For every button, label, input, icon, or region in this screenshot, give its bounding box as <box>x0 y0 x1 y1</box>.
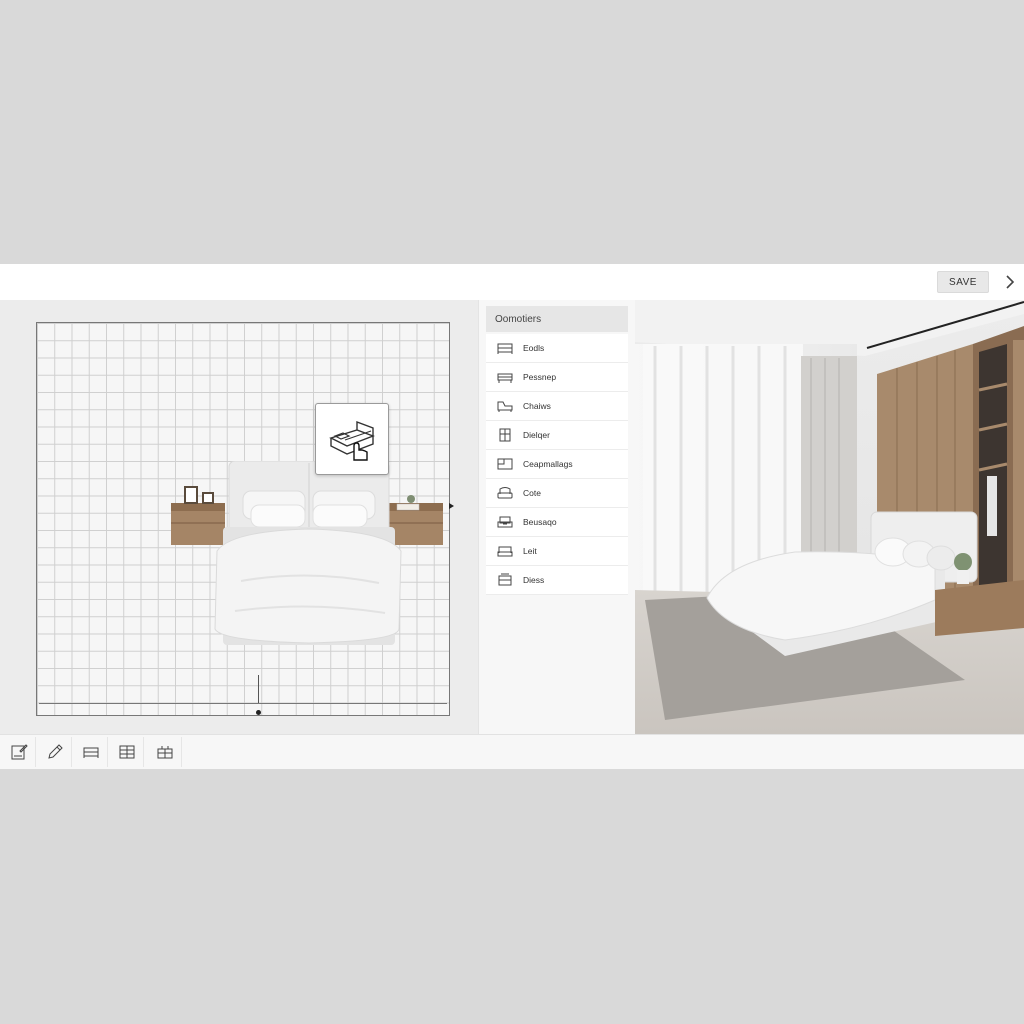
bedroom-render <box>635 300 1024 734</box>
loveseat-icon <box>496 544 514 558</box>
bench-icon <box>496 370 514 384</box>
chevron-right-icon[interactable] <box>1000 272 1020 292</box>
catalog-item-dresser[interactable]: Diess <box>486 566 628 595</box>
catalog-item-label: Diess <box>523 575 545 585</box>
room-3d-preview[interactable] <box>635 300 1024 734</box>
catalog-item-desk[interactable]: Ceapmallags <box>486 450 628 479</box>
save-button[interactable]: SAVE <box>937 271 989 293</box>
cabinet-icon <box>157 746 172 759</box>
resize-handle-right[interactable] <box>449 503 454 509</box>
resize-handle-bottom[interactable] <box>256 710 261 715</box>
catalog-item-armchair[interactable]: Cote <box>486 479 628 508</box>
shelving-icon <box>119 745 134 759</box>
armchair-icon <box>496 486 514 500</box>
dresser-icon <box>496 573 514 587</box>
furniture-catalog: Oomotiers Eodls Pessnep Chaiws Dielqer C… <box>478 300 636 734</box>
top-bar: SAVE <box>0 264 1024 301</box>
catalog-item-label: Leit <box>523 546 537 556</box>
bottom-ruler <box>39 703 447 704</box>
catalog-list: Eodls Pessnep Chaiws Dielqer Ceapmallags… <box>486 334 628 595</box>
draw-tool[interactable] <box>38 737 72 767</box>
storage-tool[interactable] <box>110 737 144 767</box>
catalog-item-bench[interactable]: Pessnep <box>486 363 628 392</box>
app-window: SAVE Oomotiers Eodls Pessnep Chaiws Diel… <box>0 264 1024 769</box>
chaise-icon <box>496 399 514 413</box>
cabinet-tool[interactable] <box>148 737 182 767</box>
floor-plan-tool[interactable] <box>2 737 36 767</box>
catalog-item-label: Dielqer <box>523 430 550 440</box>
bed-top-view[interactable] <box>171 461 447 651</box>
catalog-item-label: Eodls <box>523 343 545 353</box>
catalog-item-sofa-chair[interactable]: Beusaqo <box>486 508 628 537</box>
sofa-chair-icon <box>496 515 514 529</box>
bed-tool-icon <box>83 747 98 758</box>
catalog-title: Oomotiers <box>486 306 628 332</box>
catalog-item-chaise[interactable]: Chaiws <box>486 392 628 421</box>
drag-preview-tooltip[interactable] <box>315 403 389 475</box>
floor-plan-panel <box>0 300 478 734</box>
bed-icon <box>496 341 514 355</box>
catalog-item-label: Pessnep <box>523 372 557 382</box>
catalog-item-label: Chaiws <box>523 401 551 411</box>
catalog-item-label: Beusaqo <box>523 517 557 527</box>
dimension-guide <box>258 675 259 703</box>
floor-plan-icon <box>11 744 28 760</box>
desk-icon <box>496 457 514 471</box>
bottom-toolbar <box>0 734 1024 769</box>
bed-drag-icon <box>329 420 375 461</box>
wardrobe-icon <box>496 428 514 442</box>
floor-plan-grid[interactable] <box>36 322 454 716</box>
catalog-item-label: Cote <box>523 488 541 498</box>
catalog-item-loveseat[interactable]: Leit <box>486 537 628 566</box>
pencil-icon <box>47 744 63 759</box>
furniture-tool[interactable] <box>74 737 108 767</box>
catalog-item-bed[interactable]: Eodls <box>486 334 628 363</box>
catalog-item-wardrobe[interactable]: Dielqer <box>486 421 628 450</box>
catalog-item-label: Ceapmallags <box>523 459 573 469</box>
